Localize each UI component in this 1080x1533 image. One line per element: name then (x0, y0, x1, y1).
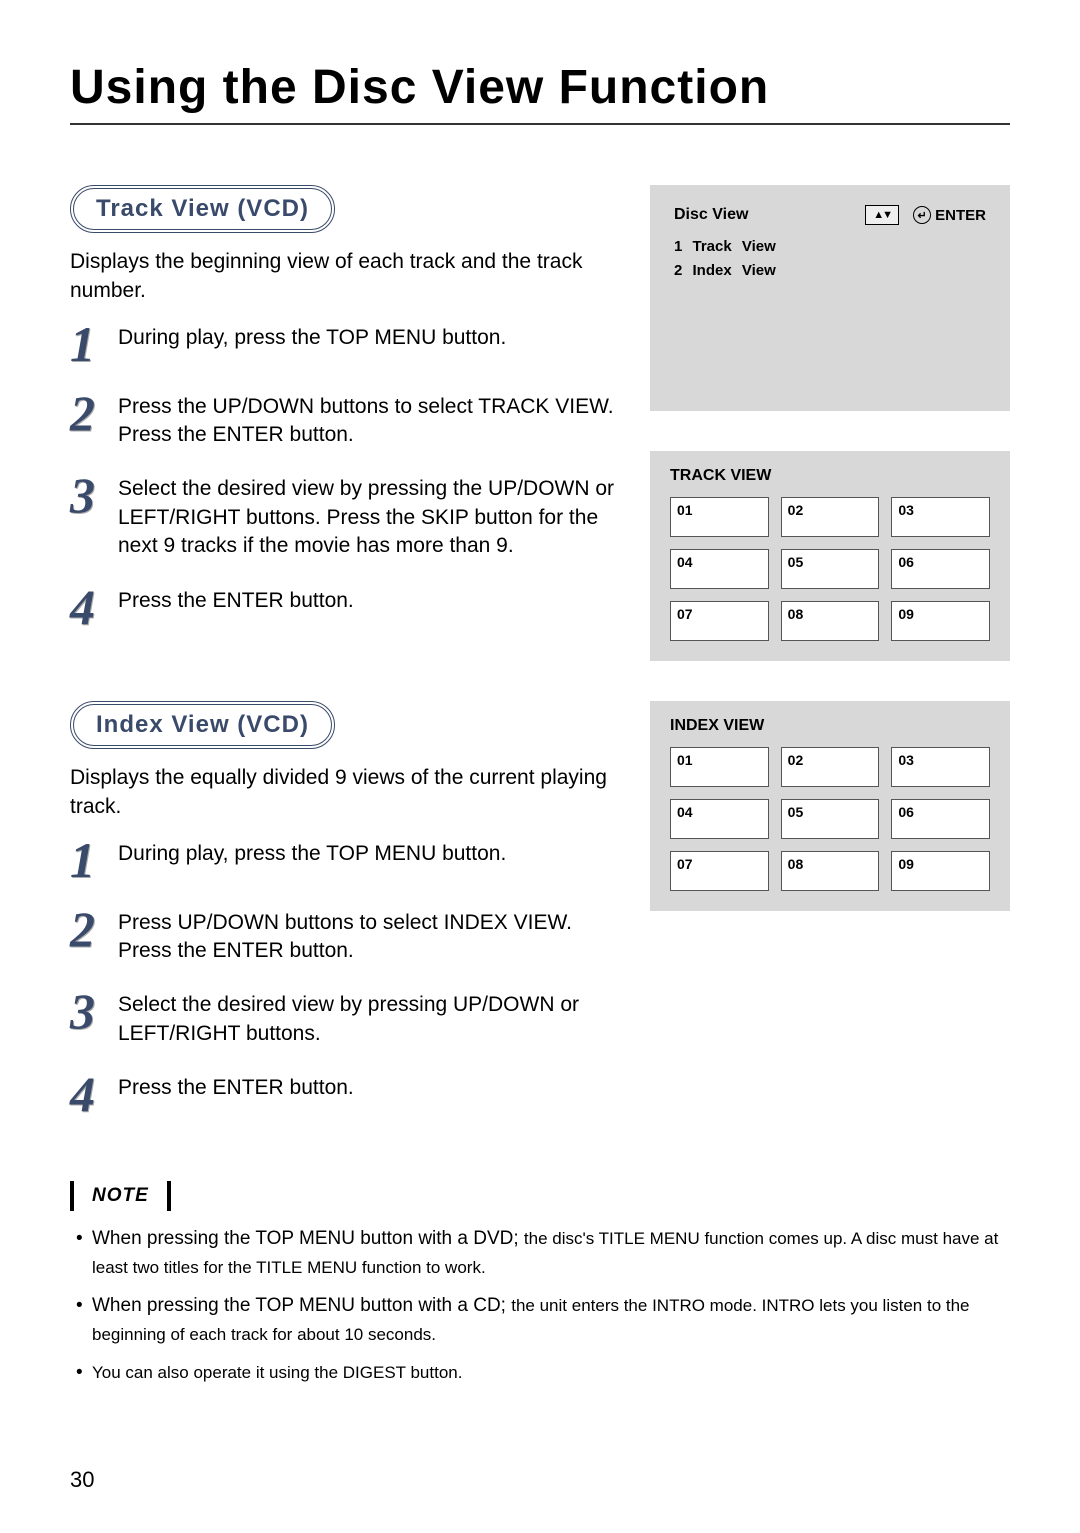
step-text: Select the desired view by pressing the … (118, 473, 620, 560)
step-number: 2 (70, 391, 104, 450)
note-lead: When pressing the TOP MENU button with a… (92, 1295, 511, 1316)
note-section: NOTE When pressing the TOP MENU button w… (70, 1181, 1010, 1388)
grid-cell: 01 (670, 497, 769, 537)
osd-menu-item: 2 Index View (674, 259, 986, 283)
index-view-intro: Displays the equally divided 9 views of … (70, 763, 620, 822)
enter-label: ENTER (935, 207, 986, 224)
note-item: You can also operate it using the DIGEST… (76, 1359, 1010, 1388)
step-number: 4 (70, 1072, 104, 1117)
note-lead: When pressing the TOP MENU button with a… (92, 1228, 524, 1249)
enter-indicator: ↵ ENTER (913, 206, 986, 224)
track-view-grid: TRACK VIEW 01 02 03 04 05 06 07 08 09 (650, 451, 1010, 661)
note-item: When pressing the TOP MENU button with a… (76, 1225, 1010, 1282)
step-text: Press the UP/DOWN buttons to select TRAC… (118, 391, 620, 450)
track-step-3: 3 Select the desired view by pressing th… (70, 473, 620, 560)
track-step-2: 2 Press the UP/DOWN buttons to select TR… (70, 391, 620, 450)
step-text: Select the desired view by pressing UP/D… (118, 989, 620, 1048)
step-number: 2 (70, 907, 104, 966)
step-number: 4 (70, 585, 104, 630)
index-view-grid: INDEX VIEW 01 02 03 04 05 06 07 08 09 (650, 701, 1010, 911)
page-title: Using the Disc View Function (70, 60, 1010, 125)
grid-cell: 08 (781, 851, 880, 891)
updown-icon: ▲▼ (865, 205, 899, 225)
disc-view-title: Disc View (674, 206, 748, 224)
enter-icon: ↵ (913, 206, 931, 224)
grid-cell: 07 (670, 601, 769, 641)
index-step-2: 2 Press UP/DOWN buttons to select INDEX … (70, 907, 620, 966)
grid-cell: 05 (781, 799, 880, 839)
index-step-3: 3 Select the desired view by pressing UP… (70, 989, 620, 1048)
track-step-4: 4 Press the ENTER button. (70, 585, 620, 630)
disc-view-osd: Disc View ▲▼ ↵ ENTER 1 Track View 2 Inde… (650, 185, 1010, 411)
step-text: Press UP/DOWN buttons to select INDEX VI… (118, 907, 620, 966)
grid-cell: 09 (891, 851, 990, 891)
step-text: Press the ENTER button. (118, 1072, 354, 1117)
step-number: 3 (70, 989, 104, 1048)
grid-cell: 04 (670, 799, 769, 839)
index-grid-title: INDEX VIEW (670, 717, 990, 735)
note-item: When pressing the TOP MENU button with a… (76, 1292, 1010, 1349)
index-view-label: Index View (VCD) (70, 701, 335, 749)
grid-cell: 04 (670, 549, 769, 589)
grid-cell: 02 (781, 497, 880, 537)
osd-menu-item: 1 Track View (674, 235, 986, 259)
note-label: NOTE (70, 1181, 171, 1211)
step-number: 3 (70, 473, 104, 560)
step-text: Press the ENTER button. (118, 585, 354, 630)
track-view-intro: Displays the beginning view of each trac… (70, 247, 620, 306)
step-number: 1 (70, 838, 104, 883)
track-grid-title: TRACK VIEW (670, 467, 990, 485)
step-text: During play, press the TOP MENU button. (118, 322, 506, 367)
grid-cell: 09 (891, 601, 990, 641)
grid-cell: 03 (891, 747, 990, 787)
note-tail: You can also operate it using the DIGEST… (92, 1363, 462, 1382)
index-step-4: 4 Press the ENTER button. (70, 1072, 620, 1117)
page-number: 30 (70, 1467, 94, 1493)
grid-cell: 06 (891, 549, 990, 589)
grid-cell: 07 (670, 851, 769, 891)
grid-cell: 01 (670, 747, 769, 787)
grid-cell: 06 (891, 799, 990, 839)
grid-cell: 02 (781, 747, 880, 787)
step-number: 1 (70, 322, 104, 367)
track-view-label: Track View (VCD) (70, 185, 335, 233)
grid-cell: 03 (891, 497, 990, 537)
step-text: During play, press the TOP MENU button. (118, 838, 506, 883)
grid-cell: 05 (781, 549, 880, 589)
grid-cell: 08 (781, 601, 880, 641)
track-step-1: 1 During play, press the TOP MENU button… (70, 322, 620, 367)
index-step-1: 1 During play, press the TOP MENU button… (70, 838, 620, 883)
